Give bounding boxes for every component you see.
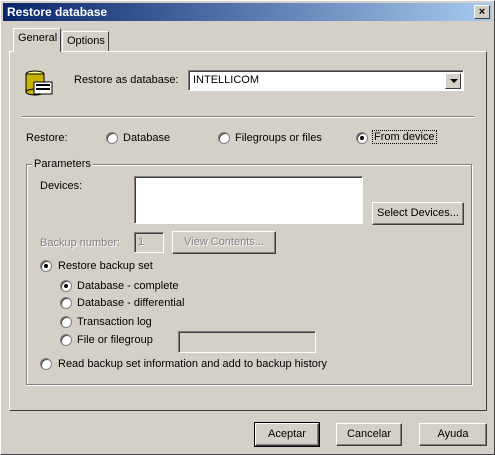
restore-as-database-select[interactable]: INTELLICOM: [188, 70, 464, 91]
radio-database-complete[interactable]: [60, 280, 72, 292]
parameters-label: Parameters: [32, 158, 93, 170]
help-button[interactable]: Ayuda: [419, 423, 487, 446]
general-tab-panel: Restore as database: INTELLICOM Restore:…: [9, 51, 487, 411]
tab-general[interactable]: General: [13, 28, 61, 52]
devices-label: Devices:: [40, 180, 83, 192]
file-or-filegroup-field[interactable]: [178, 331, 316, 353]
database-complete-label[interactable]: Database - complete: [77, 280, 179, 292]
tab-options[interactable]: Options: [62, 31, 109, 51]
cancel-button[interactable]: Cancelar: [336, 423, 402, 446]
radio-from-device[interactable]: [356, 132, 368, 144]
chevron-down-icon[interactable]: [445, 73, 461, 89]
restore-as-label: Restore as database:: [74, 74, 179, 86]
title-bar[interactable]: Restore database ×: [3, 3, 492, 21]
divider: [22, 116, 474, 118]
radio-restore-backup-set[interactable]: [40, 260, 52, 272]
devices-list[interactable]: [134, 176, 363, 224]
database-differential-label[interactable]: Database - differential: [77, 297, 184, 309]
transaction-log-label[interactable]: Transaction log: [77, 316, 152, 328]
radio-transaction-log[interactable]: [60, 316, 72, 328]
radio-from-device-label[interactable]: From device: [372, 130, 437, 144]
read-backup-set-info-label[interactable]: Read backup set information and add to b…: [58, 358, 327, 370]
database-icon: [24, 68, 54, 98]
radio-filegroups-label[interactable]: Filegroups or files: [235, 132, 322, 144]
window-title: Restore database: [7, 5, 108, 19]
close-button[interactable]: ×: [474, 5, 490, 19]
backup-number-field[interactable]: 1: [134, 232, 164, 253]
radio-database-label[interactable]: Database: [123, 132, 170, 144]
select-devices-button[interactable]: Select Devices...: [372, 202, 464, 225]
restore-backup-set-label[interactable]: Restore backup set: [58, 260, 153, 272]
backup-number-label: Backup number:: [40, 237, 121, 249]
ok-button[interactable]: Aceptar: [254, 422, 320, 447]
restore-as-value: INTELLICOM: [193, 74, 260, 86]
tab-general-label: General: [18, 32, 58, 44]
tab-options-label: Options: [67, 35, 105, 47]
radio-filegroups-or-files[interactable]: [218, 132, 230, 144]
view-contents-button[interactable]: View Contents...: [172, 231, 276, 254]
radio-database[interactable]: [106, 132, 118, 144]
file-or-filegroup-label[interactable]: File or filegroup: [77, 334, 153, 346]
radio-read-backup-set-info[interactable]: [40, 358, 52, 370]
restore-label: Restore:: [26, 132, 68, 144]
radio-database-differential[interactable]: [60, 297, 72, 309]
radio-file-or-filegroup[interactable]: [60, 334, 72, 346]
restore-database-dialog: Restore database × General Options Resto…: [0, 0, 495, 455]
backup-number-value: 1: [138, 236, 145, 248]
